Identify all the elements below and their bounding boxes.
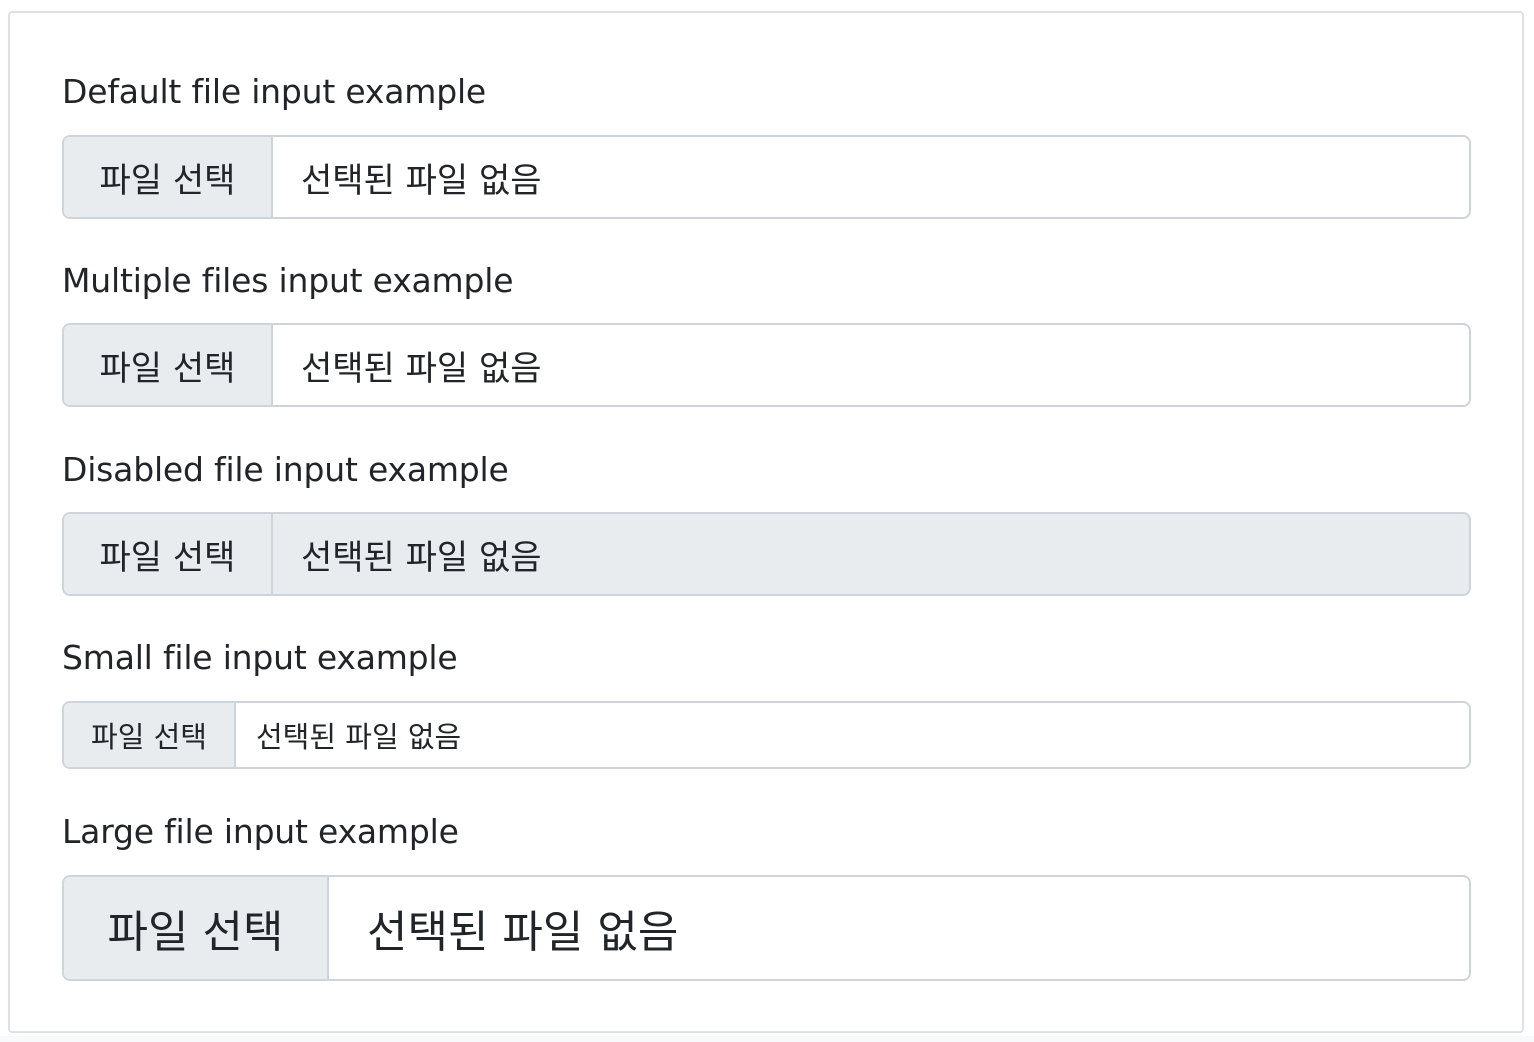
file-status-text: 선택된 파일 없음 — [367, 907, 679, 958]
small-file-input[interactable]: 파일 선택 선택된 파일 없음 — [62, 701, 1471, 769]
disabled-file-label: Disabled file input example — [62, 450, 509, 489]
disabled-file-group: Disabled file input example 파일 선택 선택된 파일… — [62, 450, 1471, 596]
file-status-text: 선택된 파일 없음 — [301, 160, 542, 201]
choose-file-button[interactable]: 파일 선택 — [64, 877, 329, 979]
multiple-file-label: Multiple files input example — [62, 261, 514, 300]
file-status-text: 선택된 파일 없음 — [256, 720, 462, 754]
multiple-file-group: Multiple files input example 파일 선택 선택된 파… — [62, 261, 1471, 407]
default-file-group: Default file input example 파일 선택 선택된 파일 … — [62, 72, 1471, 219]
file-status-text: 선택된 파일 없음 — [301, 537, 542, 578]
small-file-group: Small file input example 파일 선택 선택된 파일 없음 — [62, 638, 1471, 769]
default-file-input[interactable]: 파일 선택 선택된 파일 없음 — [62, 135, 1471, 219]
large-file-label: Large file input example — [62, 812, 459, 851]
bottom-edge — [0, 1036, 1534, 1042]
default-file-label: Default file input example — [62, 72, 487, 111]
file-status-text: 선택된 파일 없음 — [301, 348, 542, 389]
disabled-file-input: 파일 선택 선택된 파일 없음 — [62, 512, 1471, 596]
choose-file-button-disabled: 파일 선택 — [64, 514, 273, 594]
choose-file-button[interactable]: 파일 선택 — [64, 137, 273, 217]
small-file-label: Small file input example — [62, 638, 458, 677]
choose-file-button[interactable]: 파일 선택 — [64, 703, 236, 767]
large-file-group: Large file input example 파일 선택 선택된 파일 없음 — [62, 812, 1471, 981]
multiple-file-input[interactable]: 파일 선택 선택된 파일 없음 — [62, 323, 1471, 407]
large-file-input[interactable]: 파일 선택 선택된 파일 없음 — [62, 875, 1471, 981]
choose-file-button[interactable]: 파일 선택 — [64, 325, 273, 405]
